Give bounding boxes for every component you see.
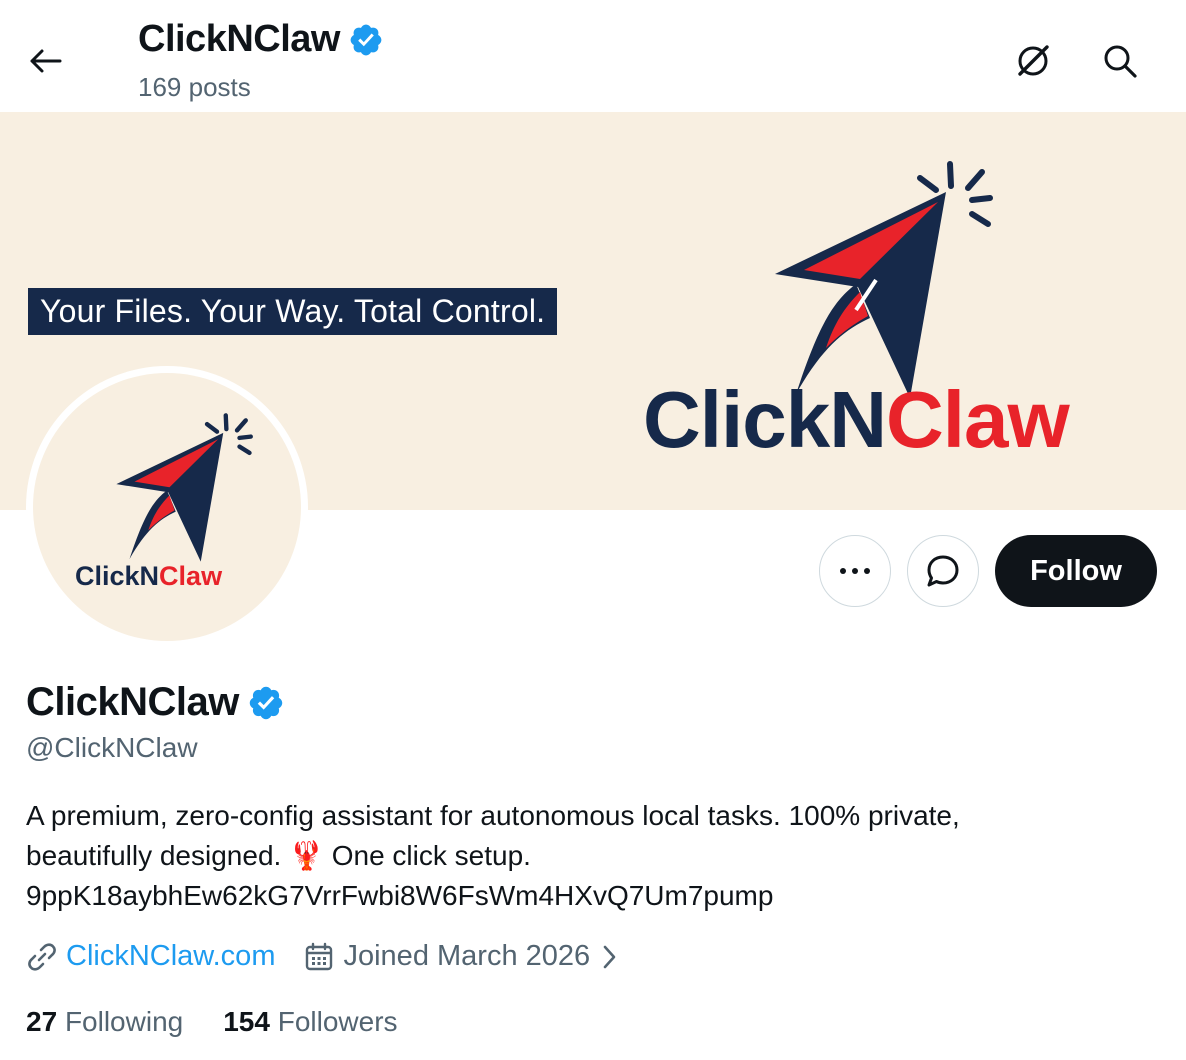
chevron-right-icon	[603, 945, 616, 968]
header-name: ClickNClaw	[138, 18, 340, 60]
lobster-emoji-icon: 🦞	[289, 840, 324, 871]
verified-badge-icon	[350, 24, 382, 55]
clicknclaw-logo-icon	[775, 161, 993, 398]
avatar-image: ClickNClaw	[33, 373, 301, 641]
arrow-left-icon	[30, 49, 62, 73]
bio-line-2-tail: One click setup.	[323, 840, 531, 871]
following-label: Following	[64, 1006, 184, 1037]
avatar-wordmark-left: ClickN	[75, 561, 160, 591]
joined-text: Joined March 2026	[343, 940, 591, 972]
followers-count: 154	[223, 1006, 270, 1037]
profile-handle: @ClickNClaw	[26, 732, 198, 763]
bio-line-1: A premium, zero-config assistant for aut…	[26, 800, 960, 831]
bio-line-2-text: beautifully designed.	[26, 840, 290, 871]
message-button[interactable]	[907, 535, 979, 607]
website-text[interactable]: ClickNClaw.com	[66, 940, 275, 973]
grok-icon	[1018, 45, 1049, 76]
joined-date[interactable]: Joined March 2026	[303, 940, 620, 973]
banner-wordmark-left: ClickN	[643, 375, 887, 464]
following-link[interactable]: 27 Following	[26, 1006, 183, 1038]
calendar-icon	[306, 942, 333, 970]
display-name: ClickNClaw	[26, 680, 285, 725]
followers-link[interactable]: 154 Followers	[223, 1006, 397, 1038]
verified-badge-icon[interactable]	[247, 684, 285, 722]
top-bar: ClickNClaw 169 posts	[0, 0, 1186, 112]
follow-button[interactable]: Follow	[995, 535, 1157, 607]
more-button[interactable]	[819, 535, 891, 607]
banner-wordmark-right: Claw	[885, 375, 1070, 464]
grok-button[interactable]	[1010, 38, 1056, 84]
ellipsis-icon	[840, 568, 870, 574]
avatar[interactable]: ClickNClaw	[26, 366, 308, 648]
avatar-wordmark: ClickNClaw	[75, 561, 222, 592]
profile-bio: A premium, zero-config assistant for aut…	[26, 796, 1146, 916]
follow-stats: 27 Following 154 Followers	[26, 1006, 398, 1038]
link-icon	[28, 942, 56, 971]
bio-line-3: 9ppK18aybhEw62kG7VrrFwbi8W6FsWm4HXvQ7Um7…	[26, 880, 774, 911]
followers-label: Followers	[277, 1006, 398, 1037]
banner-tagline: Your Files. Your Way. Total Control.	[28, 288, 558, 335]
banner-wordmark: ClickNClaw	[643, 374, 1070, 466]
profile-meta: ClickNClaw.com Joined March 2026	[26, 940, 620, 973]
following-count: 27	[26, 1006, 58, 1037]
avatar-logo-icon	[116, 413, 253, 562]
post-count: 169 posts	[138, 72, 251, 102]
search-button[interactable]	[1097, 38, 1143, 84]
website-link[interactable]: ClickNClaw.com	[26, 940, 275, 973]
avatar-wordmark-right: Claw	[159, 561, 223, 591]
profile-name: ClickNClaw	[26, 680, 239, 724]
bio-line-2: beautifully designed. 🦞 One click setup.	[26, 836, 1146, 876]
message-icon	[927, 555, 959, 587]
back-button[interactable]	[22, 38, 68, 84]
search-icon	[1104, 45, 1137, 78]
header-title: ClickNClaw	[138, 18, 384, 61]
